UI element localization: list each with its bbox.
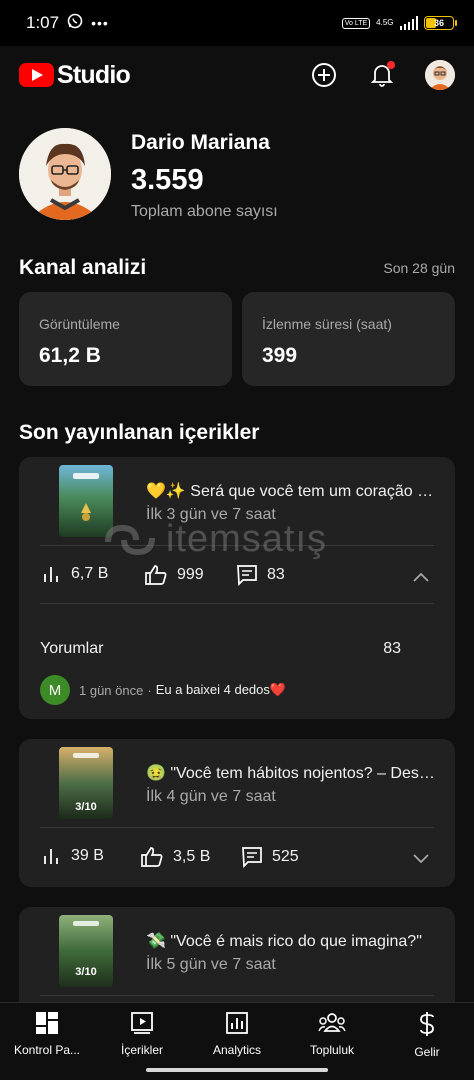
dashboard-icon [36,1012,58,1034]
nav-earn[interactable]: Gelir [380,1011,474,1059]
analytics-icon [226,1012,248,1034]
views-value: 39 B [71,847,104,864]
subscriber-count: 3.559 [131,164,204,196]
community-icon [318,1013,346,1032]
nav-label: İçerikler [120,1043,163,1057]
bar-chart-icon [44,567,58,582]
content-icon [131,1012,153,1034]
create-button[interactable] [309,60,339,90]
divider [40,603,434,604]
likes-metric: 3,5 B [140,846,210,868]
account-avatar[interactable] [425,60,455,90]
watermark-logo-icon [105,524,155,555]
comment-time: 1 gün önce [79,682,144,698]
subscriber-label: Toplam abone sayısı [131,203,278,220]
nav-community[interactable]: Topluluk [285,1011,379,1057]
analytics-section-title: Kanal analizi [19,256,147,279]
add-circle-icon [312,63,336,87]
views-metric: 39 B [42,846,104,866]
thumbnail-progress: 3/10 [75,801,96,813]
app-header: Studio [0,46,474,104]
comments-value: 83 [267,566,285,583]
nav-label: Analytics [212,1043,262,1057]
content-age: İlk 5 gün ve 7 saat [146,956,276,973]
channel-name: Dario Mariana [131,131,270,154]
divider [40,827,434,828]
content-card[interactable]: 3/10 🤢 "Você tem hábitos nojentos? – Des… [19,739,455,887]
status-bar: 1:07 ••• Vo LTE 4.5G 36 [0,0,474,46]
nav-label: Kontrol Pa... [13,1043,81,1057]
video-thumbnail[interactable]: 3/10 [59,915,113,987]
commenter-avatar: M [40,675,70,705]
recent-section-title: Son yayınlanan içerikler [19,421,260,444]
comment-icon [237,565,257,586]
thumbs-up-icon [141,847,163,867]
earn-icon [420,1012,434,1036]
comments-label: Yorumlar [40,640,104,657]
youtube-logo-icon [19,63,54,87]
comment-separator: · [147,682,152,698]
comments-value: 525 [272,848,299,865]
notification-dot [387,61,395,69]
likes-value: 999 [177,566,204,583]
thumbs-up-icon [145,565,167,585]
divider [40,995,434,996]
chevron-down-icon[interactable] [412,849,430,867]
nav-content[interactable]: İçerikler [95,1011,189,1057]
stat-value: 61,2 B [39,344,101,367]
status-time: 1:07 [26,13,60,32]
content-title: 💛✨ Será que você tem um coração de ouro? [146,483,436,500]
chevron-up-icon[interactable] [412,569,430,587]
channel-avatar[interactable] [19,128,111,220]
signal-icon [399,16,418,30]
app-title: Studio [57,60,131,89]
likes-value: 3,5 B [173,848,211,865]
battery-icon: 36 [424,16,457,30]
watermark-text: itemsatış [166,518,328,560]
network-type: 4.5G [376,18,394,27]
content-card[interactable]: 💛✨ Será que você tem um coração de ouro?… [19,457,455,719]
latest-comment[interactable]: M 1 gün önce · Eu a baixei 4 dedos❤️ [40,675,286,705]
stat-card-watch-time[interactable]: İzlenme süresi (saat) 399 [242,292,455,386]
notifications-button[interactable] [367,60,397,90]
stat-label: Görüntüleme [39,316,120,332]
thumbnail-progress: 3/10 [75,966,96,978]
volte-badge: Vo LTE [341,17,371,29]
views-value: 6,7 B [71,565,109,582]
nav-dashboard[interactable]: Kontrol Pa... [0,1011,94,1057]
comment-icon [242,847,262,868]
stat-value: 399 [262,344,298,367]
more-dots-icon: ••• [91,15,109,31]
analytics-period[interactable]: Son 28 gün [383,260,455,276]
comments-metric: 525 [241,846,299,868]
likes-metric: 999 [144,564,204,586]
watermark: itemsatış [100,518,327,561]
video-thumbnail[interactable]: 3/10 [59,747,113,819]
bar-chart-icon [44,849,58,864]
nav-analytics[interactable]: Analytics [190,1011,284,1057]
stat-card-views[interactable]: Görüntüleme 61,2 B [19,292,232,386]
channel-profile: Dario Mariana 3.559 Toplam abone sayısı [19,128,459,228]
content-title: 💸 "Você é mais rico do que imagina?" [146,933,422,950]
nav-label: Topluluk [309,1043,355,1057]
content-age: İlk 4 gün ve 7 saat [146,788,276,805]
home-indicator[interactable] [146,1068,328,1072]
whatsapp-icon [67,13,83,34]
comment-text: Eu a baixei 4 dedos❤️ [155,682,287,697]
nav-label: Gelir [414,1045,440,1059]
views-metric: 6,7 B [42,564,108,584]
battery-level: 36 [433,18,444,28]
stat-label: İzlenme süresi (saat) [262,316,392,332]
content-title: 🤢 "Você tem hábitos nojentos? – Descubra… [146,765,436,782]
comments-count: 83 [383,640,401,657]
comments-metric: 83 [236,564,285,586]
